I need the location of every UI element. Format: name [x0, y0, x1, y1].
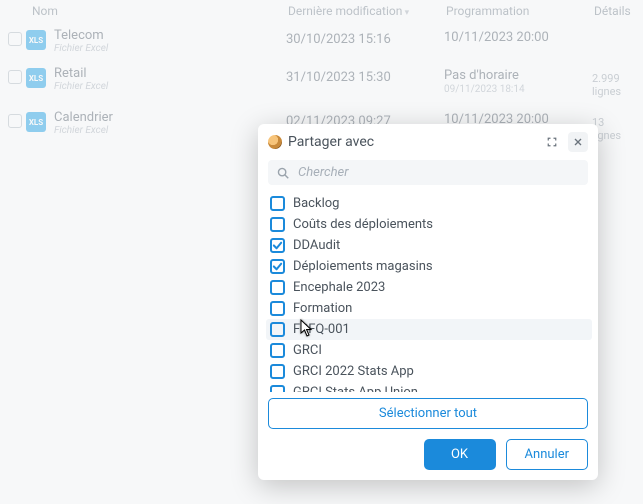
option-item[interactable]: GRCI 2022 Stats App — [266, 361, 592, 382]
search-icon — [276, 166, 290, 180]
modified-cell: 30/10/2023 15:16 — [286, 28, 444, 47]
file-type: Fichier Excel — [54, 43, 108, 54]
row-checkbox[interactable] — [8, 32, 22, 46]
details-cell: 13 lignes — [592, 110, 635, 142]
programming-cell: Pas d'horaire — [444, 68, 592, 83]
file-name: Retail — [54, 66, 108, 81]
table-header-row: Nom Dernière modification Programmation … — [0, 0, 643, 22]
col-header-name[interactable]: Nom — [28, 4, 288, 18]
dialog-title: Partager avec — [288, 134, 536, 150]
col-header-modified[interactable]: Dernière modification — [288, 4, 446, 18]
options-list: Backlog Coûts des déploiements DDAudit Dépl… — [258, 191, 598, 392]
select-all-button[interactable]: Sélectionner tout — [268, 398, 588, 429]
option-label: Déploiements magasins — [293, 259, 433, 274]
row-checkbox[interactable] — [8, 114, 22, 128]
option-label: GRCI — [293, 343, 322, 358]
button-row: OK Annuler — [268, 439, 588, 470]
details-cell — [592, 28, 635, 34]
expand-icon[interactable] — [542, 132, 562, 152]
checkbox[interactable] — [270, 280, 285, 295]
table-row[interactable]: XLS TelecomFichier Excel 30/10/2023 15:161… — [0, 22, 643, 60]
checkbox[interactable] — [270, 238, 285, 253]
file-type: Fichier Excel — [54, 125, 113, 136]
row-checkbox[interactable] — [8, 70, 22, 84]
dialog-footer: Sélectionner tout OK Annuler — [258, 392, 598, 480]
option-label: GRCI Stats App Union — [293, 385, 418, 392]
checkbox[interactable] — [270, 217, 285, 232]
option-item[interactable]: GRCI — [266, 340, 592, 361]
option-item[interactable]: Déploiements magasins — [266, 256, 592, 277]
dialog-header: Partager avec — [258, 124, 598, 158]
option-label: DDAudit — [293, 238, 340, 253]
search-input[interactable] — [298, 165, 580, 180]
option-item[interactable]: GRCI Stats App Union — [266, 382, 592, 392]
checkbox[interactable] — [270, 385, 285, 392]
close-icon[interactable] — [568, 132, 588, 152]
xls-icon: XLS — [26, 30, 46, 50]
option-label: GRCI 2022 Stats App — [293, 364, 414, 379]
file-name: Telecom — [54, 28, 108, 43]
cancel-button[interactable]: Annuler — [506, 439, 588, 470]
option-item[interactable]: Backlog — [266, 193, 592, 214]
option-label: FRFQ-001 — [293, 322, 350, 337]
modified-cell: 31/10/2023 15:30 — [286, 66, 444, 85]
xls-icon: XLS — [26, 112, 46, 132]
file-type: Fichier Excel — [54, 81, 108, 92]
option-item[interactable]: Coûts des déploiements — [266, 214, 592, 235]
option-item[interactable]: Formation — [266, 298, 592, 319]
share-dialog: Partager avec Backlog Coûts des déploieme… — [258, 124, 598, 480]
checkbox[interactable] — [270, 259, 285, 274]
table-row[interactable]: XLS RetailFichier Excel 31/10/2023 15:30Pa… — [0, 60, 643, 104]
checkbox[interactable] — [270, 322, 285, 337]
search-row[interactable] — [268, 160, 588, 185]
ok-button[interactable]: OK — [424, 439, 496, 470]
xls-icon: XLS — [26, 68, 46, 88]
option-label: Backlog — [293, 196, 339, 211]
col-header-programming[interactable]: Programmation — [446, 4, 594, 18]
col-header-details[interactable]: Détails — [594, 4, 635, 18]
option-label: Coûts des déploiements — [293, 217, 433, 232]
checkbox[interactable] — [270, 364, 285, 379]
option-item[interactable]: FRFQ-001 — [266, 319, 592, 340]
globe-icon — [268, 135, 282, 149]
file-name: Calendrier — [54, 110, 113, 125]
checkbox[interactable] — [270, 196, 285, 211]
checkbox[interactable] — [270, 301, 285, 316]
programming-sub: 09/11/2023 18:14 — [444, 84, 592, 95]
option-label: Formation — [293, 301, 352, 316]
option-item[interactable]: DDAudit — [266, 235, 592, 256]
option-item[interactable]: Encephale 2023 — [266, 277, 592, 298]
option-label: Encephale 2023 — [293, 280, 385, 295]
details-cell: 2.999 lignes — [592, 66, 635, 98]
checkbox[interactable] — [270, 343, 285, 358]
programming-cell: 10/11/2023 20:00 — [444, 30, 592, 45]
